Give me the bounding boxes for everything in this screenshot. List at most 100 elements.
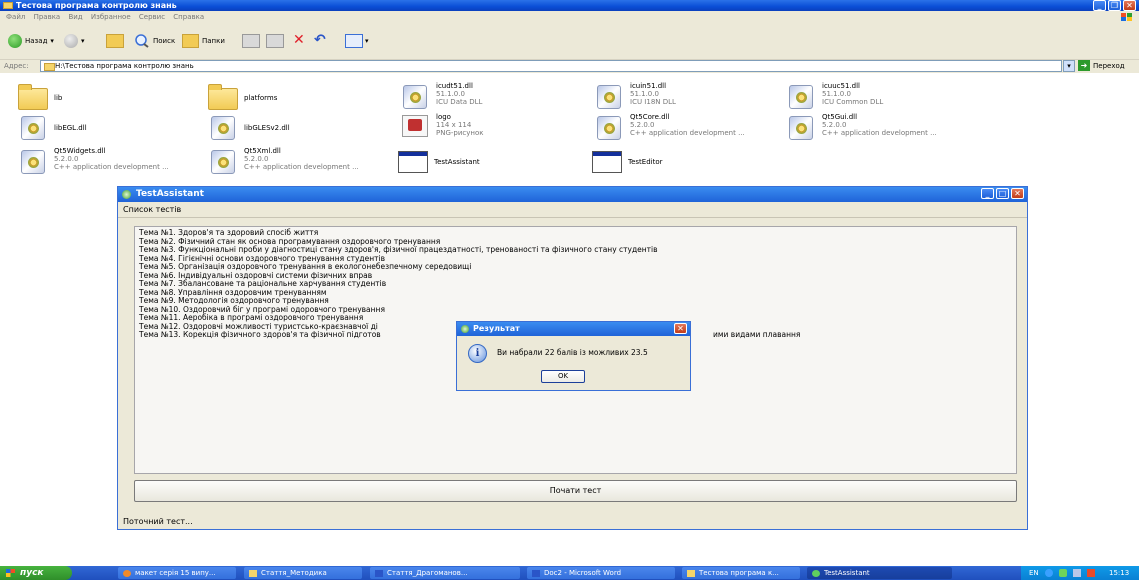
menu-divider (118, 217, 1027, 218)
app-icon (122, 190, 131, 199)
file-name: TestEditor (628, 158, 663, 166)
views-button[interactable]: ▾ (345, 34, 369, 48)
browser-icon (123, 569, 131, 577)
back-button[interactable]: Назад ▾ (8, 34, 54, 48)
delete-icon: ✕ (293, 32, 305, 48)
menu-help[interactable]: Справка (173, 13, 204, 21)
menu-view[interactable]: Вид (68, 13, 82, 21)
file-item-qt5widgets[interactable]: Qt5Widgets.dll 5.2.0.0 C++ application dev… (18, 147, 169, 177)
file-description: C++ application development ... (244, 163, 359, 171)
up-folder-icon (106, 34, 124, 48)
file-version: 51.1.0.0 (822, 90, 851, 98)
file-name: Qt5Widgets.dll (54, 147, 106, 155)
folders-button[interactable]: Папки (182, 34, 225, 48)
file-version: 5.2.0.0 (54, 155, 79, 163)
copy-to-icon (266, 34, 284, 48)
language-indicator[interactable]: EN (1029, 566, 1039, 580)
windows-flag-icon (6, 569, 15, 577)
taskbar-item[interactable]: Стаття_Методика (244, 567, 362, 579)
app-icon (461, 325, 469, 333)
file-name: logo (436, 113, 451, 121)
file-version: 5.2.0.0 (630, 121, 655, 129)
clock[interactable]: 15:13 (1109, 566, 1129, 580)
antivirus-icon[interactable] (1087, 569, 1095, 577)
word-icon (375, 569, 383, 577)
close-button[interactable]: ✕ (674, 323, 687, 334)
file-version: 5.2.0.0 (244, 155, 269, 163)
file-name: platforms (244, 94, 278, 102)
address-dropdown-button[interactable]: ▾ (1063, 60, 1075, 72)
close-button[interactable]: ✕ (1011, 188, 1024, 199)
start-test-button[interactable]: Почати тест (134, 480, 1017, 502)
file-version: 5.2.0.0 (822, 121, 847, 129)
file-description: ICU Common DLL (822, 98, 884, 106)
file-item-lib[interactable]: lib (18, 82, 62, 112)
maximize-button[interactable]: □ (996, 188, 1009, 199)
taskbar-item-active[interactable]: TestAssistant (807, 567, 952, 579)
file-item-testassistant[interactable]: TestAssistant (398, 147, 480, 177)
window-title: Тестова програма контролю знань (16, 1, 177, 10)
tray-app-icon[interactable] (1059, 569, 1067, 577)
file-item-icuuc51[interactable]: icuuc51.dll 51.1.0.0 ICU Common DLL (786, 82, 883, 112)
file-name: icudt51.dll (436, 82, 473, 90)
file-name: Qt5Core.dll (630, 113, 670, 121)
taskbar-item[interactable]: макет серія 15 випу... (118, 567, 236, 579)
menu-favorites[interactable]: Избранное (91, 13, 131, 21)
folder-icon (3, 2, 13, 9)
result-message: Ви набрали 22 балів із можливих 23.5 (497, 348, 648, 357)
menu-file[interactable]: Файл (6, 13, 25, 21)
file-item-libglesv2[interactable]: libGLESv2.dll (208, 113, 290, 143)
menu-edit[interactable]: Правка (34, 13, 61, 21)
folder-icon (18, 82, 48, 112)
go-button[interactable]: ➜ Переход (1078, 60, 1125, 71)
folders-icon (182, 34, 199, 48)
taskbar-item[interactable]: Doc2 - Microsoft Word (527, 567, 675, 579)
minimize-button[interactable]: _ (981, 188, 994, 199)
file-version: 51.1.0.0 (630, 90, 659, 98)
folder-icon (249, 569, 257, 577)
up-folder-button[interactable] (106, 34, 124, 48)
address-input[interactable]: H:\Тестова програма контролю знань (40, 60, 1062, 72)
file-dimensions: 114 x 114 (436, 121, 472, 129)
file-item-libegl[interactable]: libEGL.dll (18, 113, 87, 143)
minimize-button[interactable]: _ (1093, 0, 1106, 11)
taskbar-item[interactable]: Стаття_Драгоманов... (370, 567, 520, 579)
word-icon (532, 569, 540, 577)
search-button[interactable]: Поиск (134, 34, 175, 48)
delete-button[interactable]: ✕ (293, 32, 305, 48)
ok-button[interactable]: OK (541, 370, 585, 383)
start-button[interactable]: пуск (0, 566, 72, 580)
file-item-platforms[interactable]: platforms (208, 82, 277, 112)
network-icon[interactable] (1045, 569, 1053, 577)
volume-icon[interactable] (1073, 569, 1081, 577)
menu-tests-list[interactable]: Список тестів (123, 205, 181, 214)
undo-button[interactable]: ↶ (314, 32, 326, 48)
explorer-title-bar: Тестова програма контролю знань _ ❐ ✕ (0, 0, 1139, 11)
back-arrow-icon (8, 34, 22, 48)
dll-icon (594, 82, 624, 112)
taskbar-item[interactable]: Тестова програма к... (682, 567, 800, 579)
dll-icon (786, 82, 816, 112)
dll-icon (18, 113, 48, 143)
restore-button[interactable]: ❐ (1108, 0, 1121, 11)
copy-to-button[interactable] (266, 34, 284, 48)
file-item-testeditor[interactable]: TestEditor (592, 147, 663, 177)
file-name: icuuc51.dll (822, 82, 860, 90)
forward-button[interactable]: ▾ (64, 34, 85, 48)
application-icon (398, 147, 428, 177)
file-item-logo[interactable]: logo 114 x 114 PNG-рисунок (400, 113, 483, 143)
file-item-icudt51[interactable]: icudt51.dll 51.1.0.0 ICU Data DLL (400, 82, 482, 112)
file-description: C++ application development ... (54, 163, 169, 171)
file-description: PNG-рисунок (436, 129, 484, 137)
file-item-qt5gui[interactable]: Qt5Gui.dll 5.2.0.0 C++ application develop… (786, 113, 937, 143)
move-to-button[interactable] (242, 34, 260, 48)
file-item-icuin51[interactable]: icuin51.dll 51.1.0.0 ICU I18N DLL (594, 82, 676, 112)
menu-tools[interactable]: Сервис (139, 13, 165, 21)
close-button[interactable]: ✕ (1123, 0, 1136, 11)
toolbar: Назад ▾ ▾ Поиск Папки ✕ ↶ ▾ (0, 23, 1139, 60)
result-dialog: Результат ✕ i Ви набрали 22 балів із мож… (456, 321, 691, 391)
address-label: Адрес: (4, 62, 29, 70)
file-item-qt5core[interactable]: Qt5Core.dll 5.2.0.0 C++ application develo… (594, 113, 745, 143)
forward-arrow-icon (64, 34, 78, 48)
file-item-qt5xml[interactable]: Qt5Xml.dll 5.2.0.0 C++ application develop… (208, 147, 359, 177)
